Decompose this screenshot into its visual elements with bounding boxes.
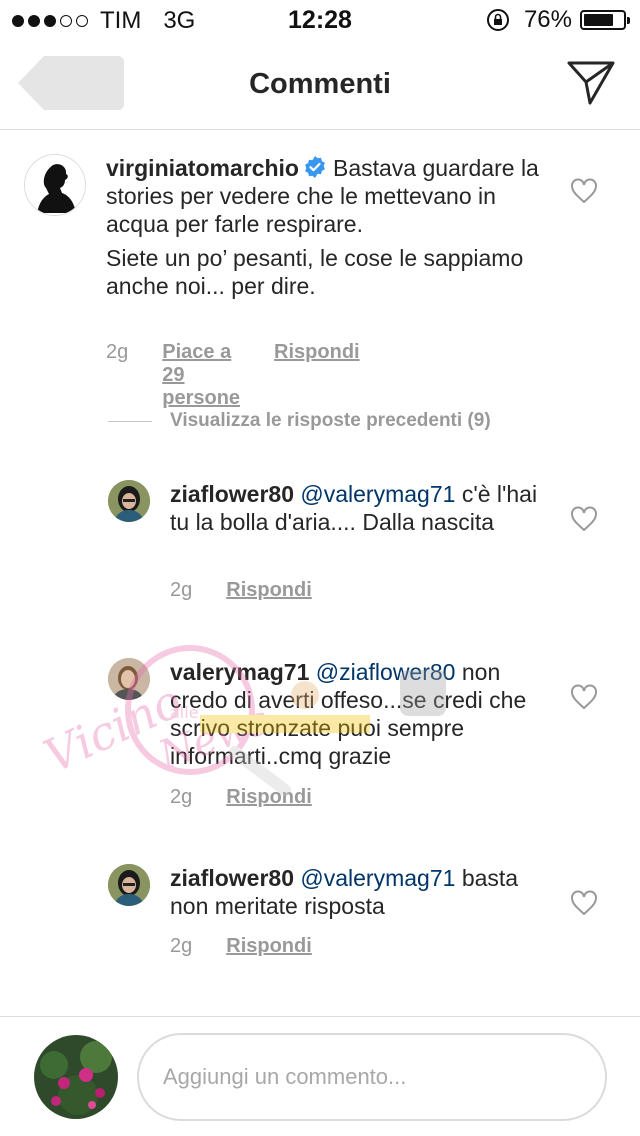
avatar[interactable] bbox=[108, 480, 150, 522]
comment-meta: 2g Rispondi bbox=[170, 579, 346, 602]
avatar[interactable] bbox=[108, 658, 150, 700]
direct-send-button[interactable] bbox=[566, 60, 616, 106]
comment-username[interactable]: virginiatomarchio bbox=[106, 155, 299, 181]
page-title: Commenti bbox=[249, 68, 391, 100]
status-bar: TIM 3G 12:28 76% bbox=[0, 0, 640, 40]
mention-link[interactable]: @ziaflower80 bbox=[316, 659, 456, 685]
comment-text-2: Siete un po’ pesanti, le cose le sappiam… bbox=[106, 245, 524, 299]
comment-composer bbox=[0, 1016, 640, 1136]
profile-silhouette-icon bbox=[37, 164, 76, 213]
comment-body: virginiatomarchio Bastava guardare la st… bbox=[106, 154, 546, 300]
nav-bar: Commenti bbox=[0, 40, 640, 130]
reply-button[interactable]: Rispondi bbox=[226, 935, 312, 958]
status-right: 76% bbox=[486, 6, 630, 34]
comment-body: valerymag71 @ziaflower80 non credo di av… bbox=[170, 658, 550, 770]
profile-photo-icon bbox=[108, 480, 150, 522]
mention-link[interactable]: @valerymag71 bbox=[300, 865, 455, 891]
verified-badge-icon bbox=[305, 156, 325, 178]
comment-meta: 2g Rispondi bbox=[170, 935, 346, 958]
comment-time: 2g bbox=[170, 935, 193, 957]
profile-photo-icon bbox=[108, 864, 150, 906]
reply-button[interactable]: Rispondi bbox=[226, 786, 312, 809]
profile-photo-icon bbox=[108, 658, 150, 700]
mention-link[interactable]: @valerymag71 bbox=[300, 481, 455, 507]
comment-body: ziaflower80 @valerymag71 c'è l'hai tu la… bbox=[170, 480, 540, 536]
comment-time: 2g bbox=[170, 579, 193, 601]
battery-icon bbox=[580, 10, 630, 30]
comment-username[interactable]: valerymag71 bbox=[170, 659, 309, 685]
view-previous-replies[interactable]: Visualizza le risposte precedenti (9) bbox=[108, 410, 491, 432]
comment-input[interactable] bbox=[137, 1033, 607, 1121]
like-heart-icon[interactable] bbox=[570, 684, 598, 710]
comment-time: 2g bbox=[170, 786, 193, 808]
direct-send-icon bbox=[567, 61, 615, 105]
comment-body: ziaflower80 @valerymag71 basta non merit… bbox=[170, 864, 540, 920]
avatar[interactable] bbox=[108, 864, 150, 906]
comment-username[interactable]: ziaflower80 bbox=[170, 865, 294, 891]
like-heart-icon[interactable] bbox=[570, 506, 598, 532]
rotation-lock-icon bbox=[486, 9, 509, 31]
comment-username[interactable]: ziaflower80 bbox=[170, 481, 294, 507]
reply-button[interactable]: Rispondi bbox=[226, 579, 312, 602]
comment-meta: 2g Rispondi bbox=[170, 786, 346, 809]
flowers-photo-icon bbox=[34, 1035, 118, 1119]
divider bbox=[108, 420, 152, 422]
comment-meta: 2g Piace a 29 persone Rispondi bbox=[106, 341, 394, 410]
current-user-avatar bbox=[34, 1035, 118, 1119]
avatar[interactable] bbox=[24, 154, 86, 216]
like-heart-icon[interactable] bbox=[570, 890, 598, 916]
battery-percent: 76% bbox=[523, 6, 572, 33]
comment-time: 2g bbox=[106, 341, 129, 363]
reply-button[interactable]: Rispondi bbox=[274, 341, 360, 410]
likes-link[interactable]: Piace a 29 persone bbox=[162, 341, 240, 410]
like-heart-icon[interactable] bbox=[570, 178, 598, 204]
previous-replies-label: Visualizza le risposte precedenti (9) bbox=[170, 410, 491, 431]
